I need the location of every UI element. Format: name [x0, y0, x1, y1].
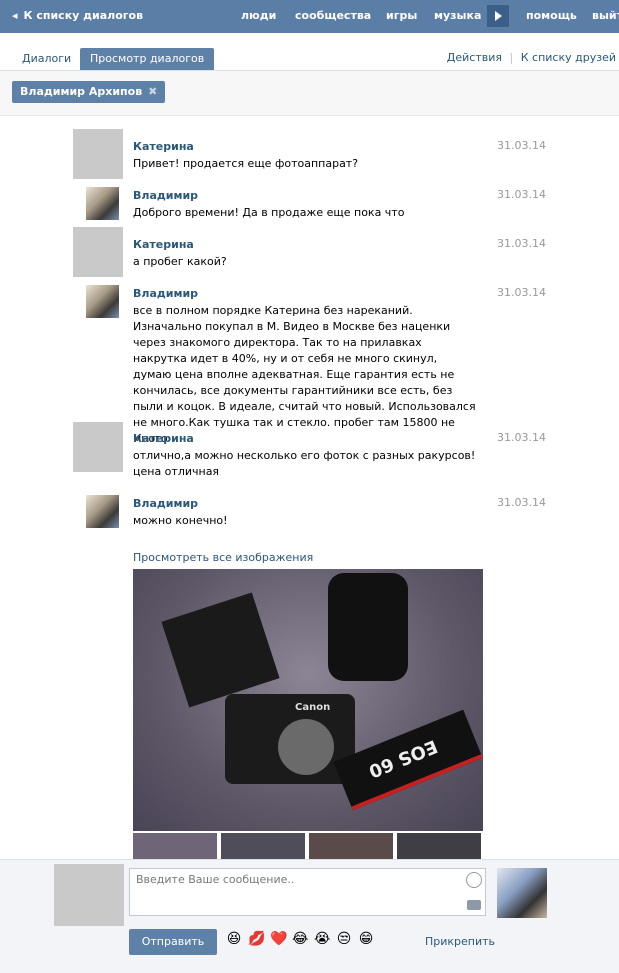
message-author[interactable]: Катерина [133, 140, 194, 153]
nav-music[interactable]: музыка [434, 9, 481, 22]
message-author[interactable]: Катерина [133, 432, 194, 445]
actions-link[interactable]: Действия [447, 51, 502, 64]
back-to-dialogs-link[interactable]: ◂ К списку диалогов [12, 9, 143, 22]
message-text: отлично,а можно несколько его фоток с ра… [133, 449, 476, 478]
avatar[interactable] [497, 868, 547, 918]
message-date[interactable]: 31.03.14 [497, 188, 546, 201]
avatar[interactable] [86, 285, 119, 318]
emoji-kiss-icon[interactable]: 💋 [248, 931, 265, 947]
avatar[interactable] [86, 187, 119, 220]
avatar[interactable] [54, 864, 124, 926]
avatar[interactable] [73, 422, 123, 472]
photo-thumbnail[interactable] [133, 833, 217, 859]
nav-people[interactable]: люди [241, 9, 276, 22]
photo-thumbnail[interactable] [397, 833, 481, 859]
message-date[interactable]: 31.03.14 [497, 286, 546, 299]
tab-dialogs[interactable]: Диалоги [12, 48, 81, 70]
tabs-row: Диалоги Просмотр диалогов Действия | К с… [0, 45, 619, 71]
strap-text: EOS 60 [365, 735, 441, 782]
link-separator: | [509, 51, 514, 64]
emoji-unamused-icon[interactable]: 😒 [336, 931, 352, 947]
avatar[interactable] [73, 129, 123, 179]
main-panel: Диалоги Просмотр диалогов Действия | К с… [0, 33, 619, 973]
photo-thumbnail[interactable] [309, 833, 393, 859]
avatar[interactable] [73, 227, 123, 277]
close-icon[interactable]: ✖ [148, 85, 157, 98]
camera-icon[interactable] [467, 900, 481, 910]
strap-shape: EOS 60 [333, 709, 483, 811]
message-author[interactable]: Владимир [133, 189, 198, 202]
message-text: Доброго времени! Да в продаже еще пока ч… [133, 206, 405, 219]
message-date[interactable]: 31.03.14 [497, 139, 546, 152]
composer: Введите Ваше сообщение.. Отправить 😆 💋 ❤… [0, 859, 619, 973]
view-all-images-link[interactable]: Просмотреть все изображения [133, 551, 313, 564]
message-author[interactable]: Катерина [133, 238, 194, 251]
message-text: а пробег какой? [133, 255, 227, 268]
message-author[interactable]: Владимир [133, 287, 198, 300]
lens-mount-shape [278, 719, 334, 775]
avatar[interactable] [86, 495, 119, 528]
top-bar: ◂ К списку диалогов люди сообщества игры … [0, 0, 619, 33]
message-text: Привет! продается еще фотоаппарат? [133, 157, 359, 170]
message-date[interactable]: 31.03.14 [497, 496, 546, 509]
nav-games[interactable]: игры [386, 9, 417, 22]
friends-list-link[interactable]: К списку друзей [521, 51, 616, 64]
emoji-cry-icon[interactable]: 😭 [314, 931, 330, 947]
right-links: Действия | К списку друзей [447, 51, 616, 64]
smile-icon[interactable] [466, 872, 482, 888]
photo-thumbnail[interactable] [221, 833, 305, 859]
filter-bar: Владимир Архипов ✖ [0, 71, 619, 116]
lens-shape [328, 573, 408, 681]
emoji-laugh-icon[interactable]: 😆 [226, 931, 242, 947]
emoji-grin-icon[interactable]: 😁 [358, 931, 374, 947]
nav-help[interactable]: помощь [526, 9, 577, 22]
chevron-left-icon: ◂ [12, 9, 18, 22]
message-date[interactable]: 31.03.14 [497, 431, 546, 444]
message-text: все в полном порядке Катерина без нарека… [133, 304, 476, 445]
filter-chip[interactable]: Владимир Архипов ✖ [12, 81, 166, 103]
message-author[interactable]: Владимир [133, 497, 198, 510]
nav-logout[interactable]: выйти [592, 9, 619, 22]
send-button[interactable]: Отправить [129, 929, 217, 955]
attached-photo[interactable]: Canon EOS 60 [133, 569, 483, 831]
nav-communities[interactable]: сообщества [295, 9, 371, 22]
message-date[interactable]: 31.03.14 [497, 237, 546, 250]
filter-chip-label: Владимир Архипов [20, 85, 143, 98]
message-text: можно конечно! [133, 514, 228, 527]
attach-link[interactable]: Прикрепить [425, 935, 495, 948]
flash-shape [161, 592, 280, 708]
photo-thumbnails [133, 833, 483, 859]
play-icon[interactable] [487, 5, 509, 27]
tab-view-dialogs[interactable]: Просмотр диалогов [80, 48, 215, 70]
camera-brand: Canon [295, 702, 331, 713]
emoji-heart-icon[interactable]: ❤️ [270, 931, 287, 947]
back-label: К списку диалогов [23, 9, 144, 22]
emoji-joy-icon[interactable]: 😂 [292, 931, 308, 947]
message-input[interactable]: Введите Ваше сообщение.. [129, 868, 486, 916]
